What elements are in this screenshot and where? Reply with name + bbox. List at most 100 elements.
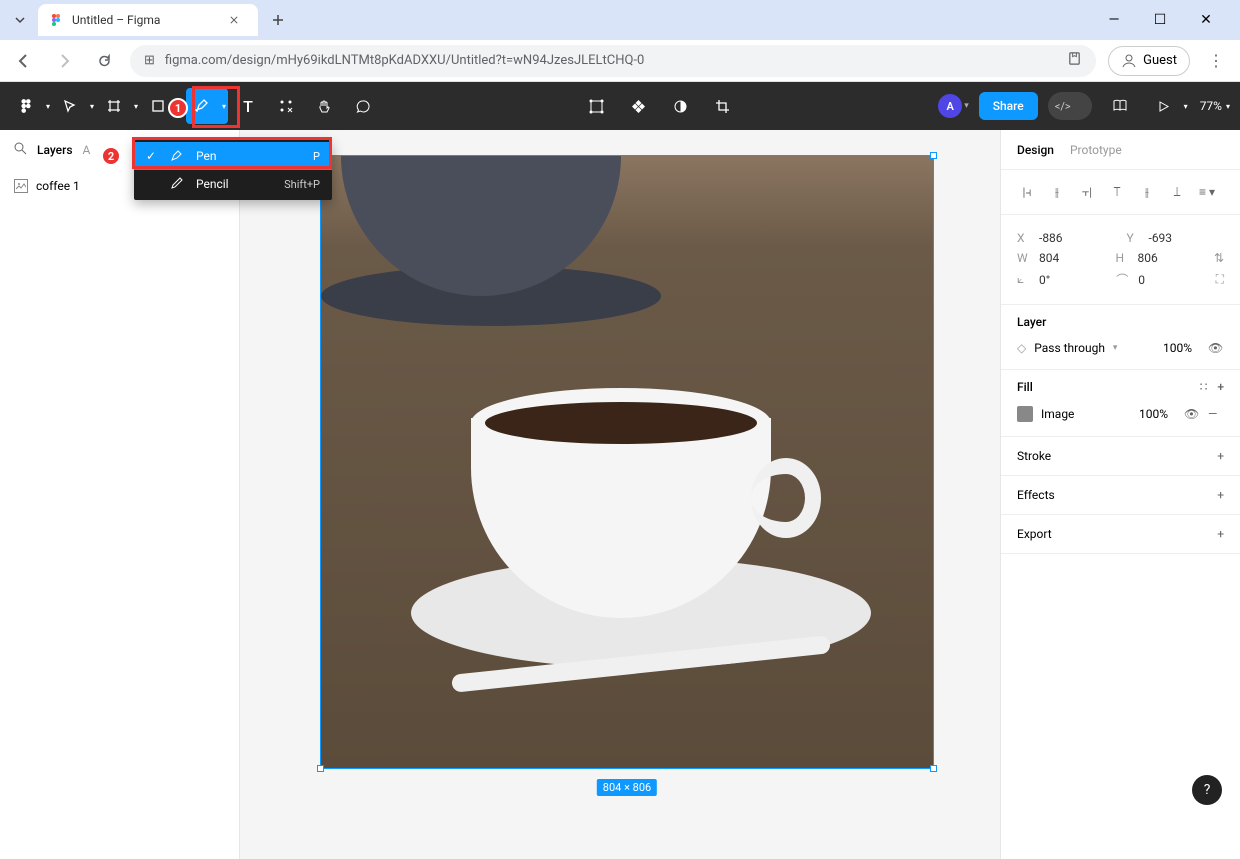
present-button[interactable]: ▾ — [1148, 88, 1190, 124]
fill-type[interactable]: Image — [1041, 407, 1074, 421]
avatar-chevron-icon[interactable]: ▾ — [964, 101, 969, 111]
prototype-tab[interactable]: Prototype — [1070, 143, 1122, 157]
hand-icon — [317, 99, 332, 114]
assets-tab[interactable]: A — [83, 143, 91, 157]
arrow-right-icon — [56, 53, 72, 69]
add-stroke-icon[interactable]: + — [1217, 449, 1224, 463]
canvas[interactable]: 804 × 806 — [240, 130, 1000, 859]
frame-tool[interactable]: ▾ — [98, 88, 140, 124]
add-fill-icon[interactable]: + — [1217, 380, 1224, 394]
fill-thumbnail[interactable] — [1017, 406, 1033, 422]
add-effect-icon[interactable]: + — [1217, 488, 1224, 502]
selection-frame[interactable]: 804 × 806 — [320, 155, 934, 769]
profile-label: Guest — [1143, 53, 1177, 68]
browser-tab[interactable]: Untitled – Figma — [38, 4, 258, 36]
fill-visibility-icon[interactable]: 👁 — [1184, 407, 1200, 421]
corner-input[interactable]: 0 — [1138, 273, 1188, 287]
layer-name: coffee 1 — [36, 179, 80, 193]
pen-menu-item-pencil[interactable]: Pencil Shift+P — [134, 170, 332, 198]
align-v-center[interactable]: ⫲ — [1137, 184, 1157, 200]
y-input[interactable]: -693 — [1149, 231, 1199, 245]
more-align[interactable]: ≡ ▾ — [1197, 184, 1217, 200]
window-minimize[interactable]: — — [1100, 6, 1128, 34]
align-bottom[interactable]: ⟘ — [1167, 184, 1187, 200]
crop-icon — [715, 99, 730, 114]
cursor-icon — [63, 99, 77, 113]
book-icon — [1112, 98, 1128, 114]
user-avatar[interactable]: A — [938, 94, 962, 118]
component-icon — [631, 99, 646, 114]
window-maximize[interactable]: ☐ — [1146, 6, 1174, 34]
dev-mode-toggle[interactable]: </> — [1048, 92, 1092, 120]
move-tool[interactable]: ▾ — [54, 88, 96, 124]
coffee-image[interactable] — [321, 156, 933, 768]
layer-section-title: Layer — [1017, 315, 1046, 329]
w-label: W — [1017, 251, 1031, 265]
align-h-center[interactable]: ⫲ — [1047, 184, 1067, 200]
figma-logo-icon — [50, 13, 64, 27]
independent-corners-icon[interactable]: ⛶ — [1216, 272, 1224, 287]
site-settings-icon[interactable]: ⊞ — [144, 53, 155, 68]
w-input[interactable]: 804 — [1039, 251, 1089, 265]
fill-section-title: Fill — [1017, 380, 1033, 394]
address-bar[interactable]: ⊞ figma.com/design/mHy69ikdLNTMt8pKdADXX… — [130, 45, 1096, 77]
h-label: H — [1115, 251, 1129, 265]
rotation-input[interactable]: 0° — [1039, 273, 1089, 287]
crop-tool[interactable] — [704, 88, 740, 124]
main-menu[interactable]: ▾ — [10, 88, 52, 124]
x-label: X — [1017, 231, 1031, 245]
opacity-input[interactable]: 100% — [1163, 341, 1192, 355]
play-icon — [1157, 100, 1170, 113]
tab-title: Untitled – Figma — [72, 13, 222, 27]
tab-close-button[interactable] — [230, 12, 246, 28]
help-button[interactable]: ? — [1192, 775, 1222, 805]
resize-handle-br[interactable] — [930, 765, 937, 772]
layers-tab[interactable]: Layers — [37, 143, 73, 157]
nav-reload[interactable] — [90, 47, 118, 75]
frame-icon — [107, 99, 121, 113]
search-icon[interactable] — [14, 142, 27, 158]
align-right[interactable]: ⫟| — [1077, 184, 1097, 200]
bookmark-icon[interactable] — [1067, 51, 1082, 70]
mask-icon — [673, 99, 688, 114]
resize-handle-bl[interactable] — [317, 765, 324, 772]
comment-tool[interactable] — [344, 88, 380, 124]
edit-object-tool[interactable] — [578, 88, 614, 124]
browser-nav-bar: ⊞ figma.com/design/mHy69ikdLNTMt8pKdADXX… — [0, 40, 1240, 82]
align-left[interactable]: |⫞ — [1017, 184, 1037, 200]
fill-style-icon[interactable]: ∷ — [1200, 380, 1208, 394]
constrain-proportions-icon[interactable]: ⇅ — [1214, 251, 1224, 265]
window-close[interactable]: ✕ — [1192, 6, 1220, 34]
menu-item-shortcut: Shift+P — [284, 178, 320, 191]
library-button[interactable] — [1102, 88, 1138, 124]
design-tab[interactable]: Design — [1017, 143, 1054, 157]
mask-tool[interactable] — [662, 88, 698, 124]
component-tool[interactable] — [620, 88, 656, 124]
dimensions-label: 804 × 806 — [597, 779, 657, 796]
fill-opacity-input[interactable]: 100% — [1139, 407, 1168, 421]
hand-tool[interactable] — [306, 88, 342, 124]
resources-tool[interactable] — [268, 88, 304, 124]
align-top[interactable]: ⟙ — [1107, 184, 1127, 200]
nav-forward[interactable] — [50, 47, 78, 75]
blend-mode-select[interactable]: Pass through — [1034, 341, 1105, 355]
new-tab-button[interactable] — [264, 6, 292, 34]
share-button[interactable]: Share — [979, 92, 1038, 120]
annotation-box-1 — [192, 86, 240, 128]
browser-menu[interactable]: ⋮ — [1202, 47, 1230, 75]
profile-button[interactable]: Guest — [1108, 46, 1190, 76]
remove-fill-icon[interactable]: — — [1208, 407, 1224, 421]
h-input[interactable]: 806 — [1137, 251, 1187, 265]
corner-label: ⌒ — [1116, 271, 1130, 288]
x-input[interactable]: -886 — [1039, 231, 1089, 245]
zoom-menu[interactable]: 77%▾ — [1200, 99, 1230, 113]
plus-icon — [272, 14, 284, 26]
figma-icon — [18, 98, 34, 114]
visibility-icon[interactable]: 👁 — [1208, 341, 1224, 355]
resize-handle-tr[interactable] — [930, 152, 937, 159]
annotation-badge-2: 2 — [101, 146, 121, 166]
nav-back[interactable] — [10, 47, 38, 75]
add-export-icon[interactable]: + — [1217, 527, 1224, 541]
blend-icon[interactable]: ◇ — [1017, 341, 1026, 355]
tab-search-dropdown[interactable] — [8, 8, 32, 32]
